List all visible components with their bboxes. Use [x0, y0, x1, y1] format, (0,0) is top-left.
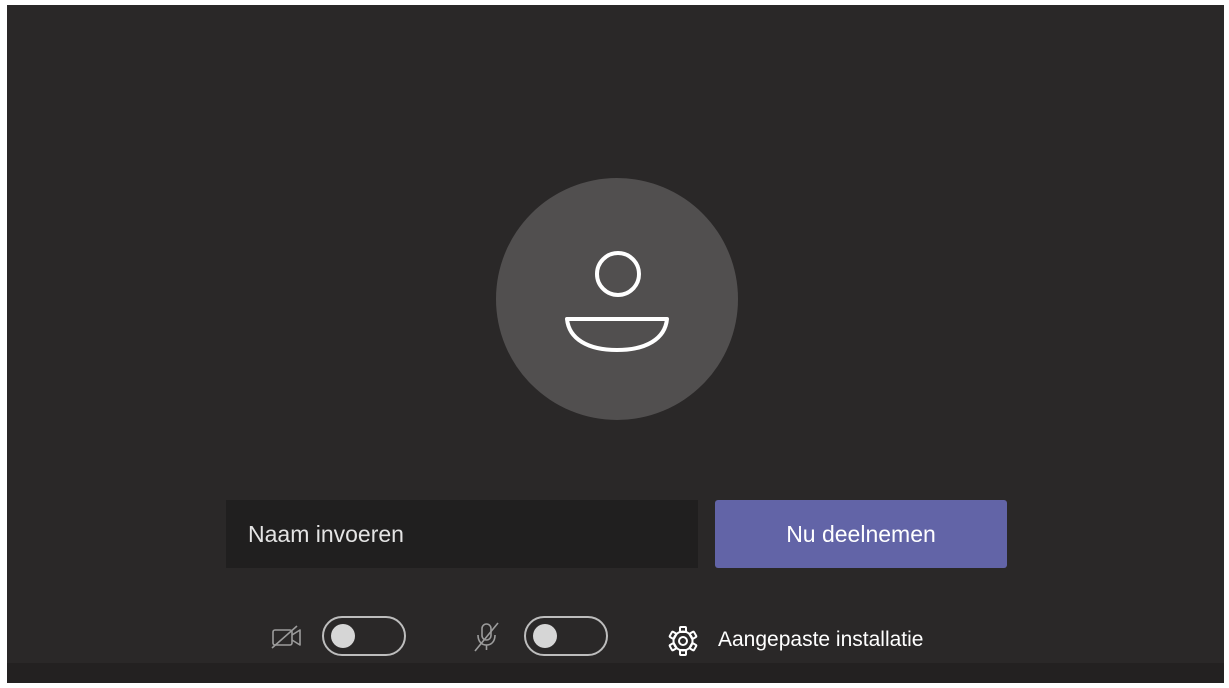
gear-icon[interactable] — [666, 624, 700, 658]
camera-off-icon — [271, 625, 301, 649]
avatar — [496, 178, 738, 420]
prejoin-screen: Nu deelnemen Aangepaste inst — [7, 5, 1224, 683]
join-now-button[interactable]: Nu deelnemen — [715, 500, 1007, 568]
microphone-toggle-knob — [533, 624, 557, 648]
microphone-toggle[interactable] — [524, 616, 608, 656]
camera-toggle[interactable] — [322, 616, 406, 656]
custom-setup-link[interactable]: Aangepaste installatie — [718, 628, 923, 652]
person-icon — [565, 251, 669, 352]
bottom-band — [7, 663, 1224, 683]
camera-toggle-knob — [331, 624, 355, 648]
microphone-off-icon — [474, 622, 499, 652]
name-input[interactable] — [226, 500, 698, 568]
